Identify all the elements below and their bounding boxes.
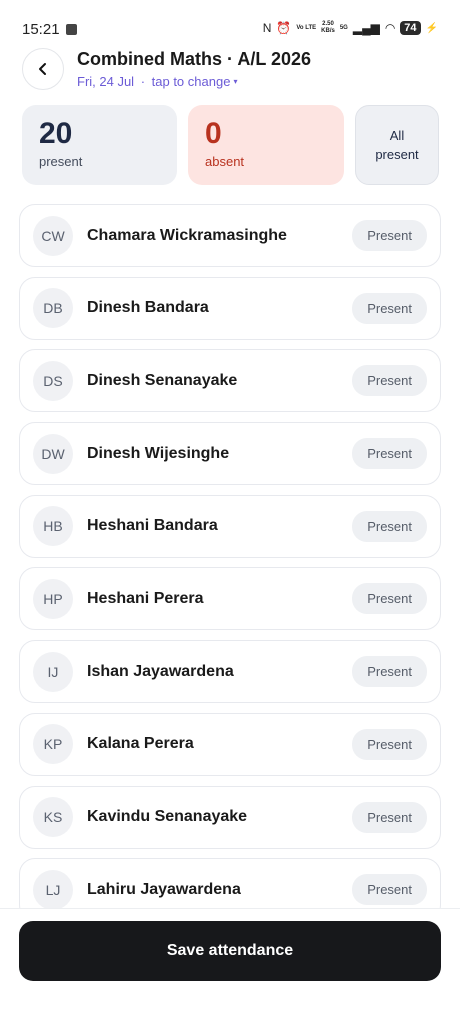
absent-card: 0 absent	[188, 105, 344, 185]
speed-value: 2.50	[322, 21, 334, 27]
date-label: Fri, 24 Jul	[77, 74, 135, 89]
attendance-summary: 20 present 0 absent All present	[22, 105, 439, 185]
avatar: DS	[33, 360, 73, 401]
back-button[interactable]	[22, 48, 64, 90]
battery-level: 74	[400, 21, 421, 35]
all-present-button[interactable]: All present	[355, 105, 439, 185]
avatar: LJ	[33, 869, 73, 910]
student-name: Chamara Wickramasinghe	[87, 226, 287, 244]
status-left: 15:21	[22, 21, 77, 38]
header: Combined Maths · A/L 2026 Fri, 24 Jul · …	[22, 47, 442, 91]
avatar: HP	[33, 578, 73, 619]
status-toggle[interactable]: Present	[352, 292, 427, 324]
avatar: HB	[33, 506, 73, 547]
avatar: CW	[33, 215, 73, 256]
signal-icon: ▂▄▆	[352, 21, 380, 35]
speed-unit: KB/s	[321, 28, 335, 34]
student-name: Kavindu Senanayake	[87, 808, 248, 825]
present-label: present	[39, 154, 83, 169]
absent-count: 0	[205, 117, 222, 150]
page-title: Combined Maths · A/L 2026	[77, 49, 312, 69]
charging-icon: ⚡	[425, 22, 438, 34]
date-selector[interactable]: Fri, 24 Jul · tap to change ▾	[77, 74, 311, 89]
student-name: Dinesh Senanayake	[87, 371, 238, 389]
wifi-icon: ◠	[384, 21, 396, 35]
student-name: Kalana Perera	[87, 735, 194, 753]
save-attendance-button[interactable]: Save attendance	[19, 921, 441, 981]
network-type: 5G	[339, 24, 348, 31]
notification-icon	[65, 24, 77, 35]
header-text: Combined Maths · A/L 2026 Fri, 24 Jul · …	[77, 49, 311, 89]
student-name: Lahiru Jayawardena	[87, 880, 241, 898]
avatar: DB	[33, 288, 73, 329]
date-separator: ·	[137, 74, 149, 89]
student-row[interactable]: DW Dinesh Wijesinghe Present	[19, 422, 441, 486]
change-hint: tap to change	[151, 74, 231, 89]
absent-label: absent	[205, 154, 245, 169]
chevron-left-icon	[39, 63, 46, 75]
avatar: KS	[33, 797, 73, 837]
student-row[interactable]: CW Chamara Wickramasinghe Present	[19, 204, 441, 267]
student-name: Dinesh Wijesinghe	[87, 444, 230, 462]
status-toggle[interactable]: Present	[352, 438, 427, 470]
status-toggle[interactable]: Present	[352, 220, 427, 251]
volte-label: Vo LTE	[296, 24, 317, 31]
nfc-icon: N	[262, 21, 272, 35]
status-toggle[interactable]: Present	[352, 583, 427, 615]
student-name: Heshani Bandara	[87, 517, 218, 535]
status-right: N ⏰ Vo LTE 2.50 KB/s 5G ▂▄▆ ◠ 74 ⚡	[263, 21, 438, 35]
student-row[interactable]: HB Heshani Bandara Present	[19, 494, 441, 558]
present-card: 20 present	[22, 105, 177, 185]
present-count: 20	[39, 117, 73, 150]
status-toggle[interactable]: Present	[352, 365, 427, 397]
caret-down-icon: ▾	[233, 77, 238, 86]
student-row[interactable]: KP Kalana Perera Present	[19, 712, 441, 776]
status-toggle[interactable]: Present	[352, 656, 427, 688]
student-name: Ishan Jayawardena	[87, 662, 234, 680]
student-row[interactable]: LJ Lahiru Jayawardena Present	[19, 858, 441, 910]
student-list[interactable]: CW Chamara Wickramasinghe Present DB Dinesh …	[19, 204, 441, 910]
status-toggle[interactable]: Present	[352, 728, 427, 760]
status-toggle[interactable]: Present	[352, 801, 427, 833]
alarm-icon: ⏰	[276, 21, 292, 35]
footer: Save attendance	[0, 908, 460, 1023]
student-row[interactable]: DS Dinesh Senanayake Present	[19, 349, 441, 413]
avatar: KP	[33, 724, 73, 765]
all-present-line2: present	[375, 147, 419, 162]
status-toggle[interactable]: Present	[352, 510, 427, 542]
network-speed: 2.50 KB/s	[321, 21, 335, 35]
student-row[interactable]: KS Kavindu Senanayake Present	[19, 785, 441, 849]
student-name: Dinesh Bandara	[87, 299, 209, 317]
clock: 15:21	[22, 21, 60, 38]
student-name: Heshani Perera	[87, 589, 204, 607]
student-row[interactable]: IJ Ishan Jayawardena Present	[19, 640, 441, 704]
student-row[interactable]: HP Heshani Perera Present	[19, 567, 441, 631]
status-toggle[interactable]: Present	[352, 874, 427, 906]
avatar: IJ	[33, 651, 73, 692]
all-present-line1: All	[389, 128, 405, 143]
avatar: DW	[33, 433, 73, 474]
student-row[interactable]: DB Dinesh Bandara Present	[19, 276, 441, 340]
